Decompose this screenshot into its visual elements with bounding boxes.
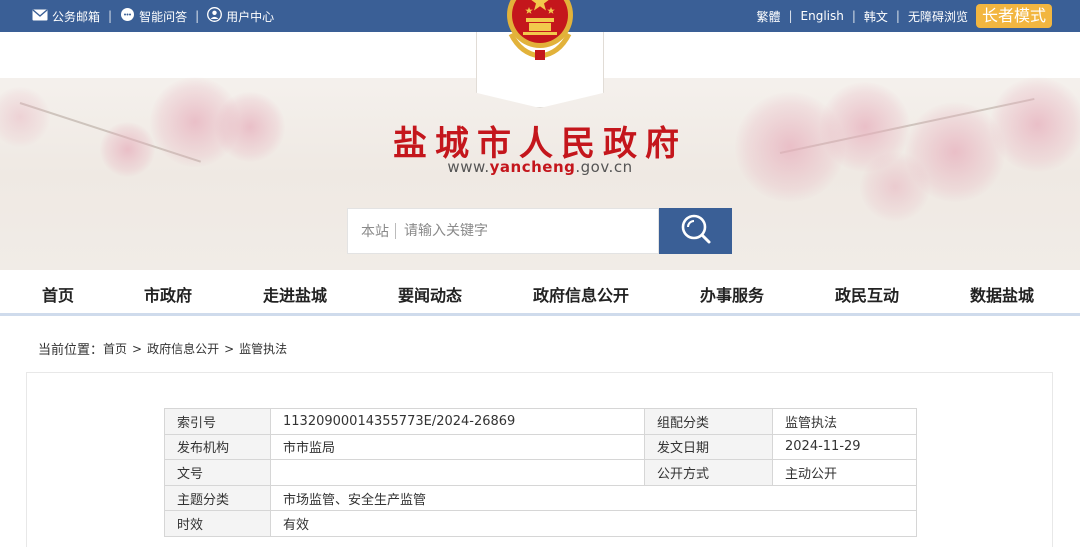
breadcrumb-home[interactable]: 首页 xyxy=(103,340,127,357)
publisher-value: 市市监局 xyxy=(270,433,645,461)
top-bar-right: 繁體 | English | 韩文 | 无障碍浏览 长者模式 xyxy=(756,0,1052,32)
search-box: 本站 xyxy=(347,208,659,254)
top-bar-left: 公务邮箱 | 智能问答 | 用户中心 xyxy=(32,0,274,32)
table-row: 文号 公开方式 主动公开 xyxy=(164,459,917,486)
table-row: 时效 有效 xyxy=(164,510,917,537)
mail-link[interactable]: 公务邮箱 xyxy=(32,8,100,25)
publisher-label: 发布机构 xyxy=(164,433,271,461)
header-banner: 盐城市人民政府 www.yancheng.gov.cn 本站 xyxy=(0,32,1080,270)
table-row: 主题分类 市场监管、安全生产监管 xyxy=(164,484,917,512)
divider: | xyxy=(788,9,793,23)
english-link[interactable]: English xyxy=(801,9,844,23)
nav-item-news[interactable]: 要闻动态 xyxy=(398,282,462,306)
national-emblem xyxy=(501,0,579,62)
accessible-browse-link[interactable]: 无障碍浏览 xyxy=(908,8,968,25)
user-icon xyxy=(207,7,223,25)
disclosure-value: 主动公开 xyxy=(772,459,917,486)
breadcrumb-supervision[interactable]: 监管执法 xyxy=(239,340,287,357)
url-prefix: www. xyxy=(447,158,490,176)
mail-label: 公务邮箱 xyxy=(52,9,101,24)
validity-value: 有效 xyxy=(270,510,917,537)
docno-label: 文号 xyxy=(164,459,271,486)
divider: | xyxy=(895,9,900,23)
category-value: 监管执法 xyxy=(772,408,917,435)
date-value: 2024-11-29 xyxy=(772,433,917,461)
topic-label: 主题分类 xyxy=(164,484,271,512)
search-button[interactable] xyxy=(659,208,732,254)
breadcrumb: 当前位置： 首页 > 政府信息公开 > 监管执法 xyxy=(38,339,287,359)
breadcrumb-separator: > xyxy=(132,341,143,356)
table-row: 发布机构 市市监局 发文日期 2024-11-29 xyxy=(164,433,917,461)
index-value: 11320900014355773E/2024-26869 xyxy=(270,408,645,435)
docno-value xyxy=(270,459,645,486)
qa-label: 智能问答 xyxy=(139,9,188,24)
qa-link[interactable]: 智能问答 xyxy=(120,7,187,25)
nav-item-info-disclosure[interactable]: 政府信息公开 xyxy=(533,282,629,306)
content-panel: 索引号 11320900014355773E/2024-26869 组配分类 监… xyxy=(26,372,1053,547)
nav-item-home[interactable]: 首页 xyxy=(42,282,74,306)
topic-value: 市场监管、安全生产监管 xyxy=(270,484,917,512)
elder-mode-button[interactable]: 长者模式 xyxy=(975,4,1052,28)
divider xyxy=(395,223,396,239)
korean-link[interactable]: 韩文 xyxy=(864,8,888,25)
nav-item-data[interactable]: 数据盐城 xyxy=(970,282,1034,306)
document-meta-table: 索引号 11320900014355773E/2024-26869 组配分类 监… xyxy=(164,408,917,537)
search-input[interactable] xyxy=(404,223,634,239)
date-label: 发文日期 xyxy=(644,433,773,461)
validity-label: 时效 xyxy=(164,510,271,537)
site-url: www.yancheng.gov.cn xyxy=(0,158,1080,176)
table-row: 索引号 11320900014355773E/2024-26869 组配分类 监… xyxy=(164,408,917,435)
user-center-label: 用户中心 xyxy=(226,9,275,24)
nav-item-about-yancheng[interactable]: 走进盐城 xyxy=(263,282,327,306)
breadcrumb-info-disclosure[interactable]: 政府信息公开 xyxy=(147,340,219,357)
divider: | xyxy=(195,9,200,23)
url-domain: yancheng xyxy=(489,158,576,176)
nav-item-services[interactable]: 办事服务 xyxy=(700,282,764,306)
disclosure-label: 公开方式 xyxy=(644,459,773,486)
search-icon xyxy=(679,212,713,250)
search-scope[interactable]: 本站 xyxy=(348,221,395,241)
index-label: 索引号 xyxy=(164,408,271,435)
nav-item-interaction[interactable]: 政民互动 xyxy=(835,282,899,306)
breadcrumb-label: 当前位置： xyxy=(38,343,104,358)
divider: | xyxy=(108,9,113,23)
url-suffix: .gov.cn xyxy=(575,158,633,176)
category-label: 组配分类 xyxy=(644,408,773,435)
chat-icon xyxy=(120,7,135,25)
mail-icon xyxy=(32,8,48,24)
main-nav: 首页 市政府 走进盐城 要闻动态 政府信息公开 办事服务 政民互动 数据盐城 xyxy=(0,270,1080,316)
breadcrumb-separator: > xyxy=(224,341,235,356)
traditional-chinese-link[interactable]: 繁體 xyxy=(756,8,780,25)
user-center-link[interactable]: 用户中心 xyxy=(207,7,274,25)
nav-item-city-government[interactable]: 市政府 xyxy=(144,282,192,306)
divider: | xyxy=(851,9,856,23)
